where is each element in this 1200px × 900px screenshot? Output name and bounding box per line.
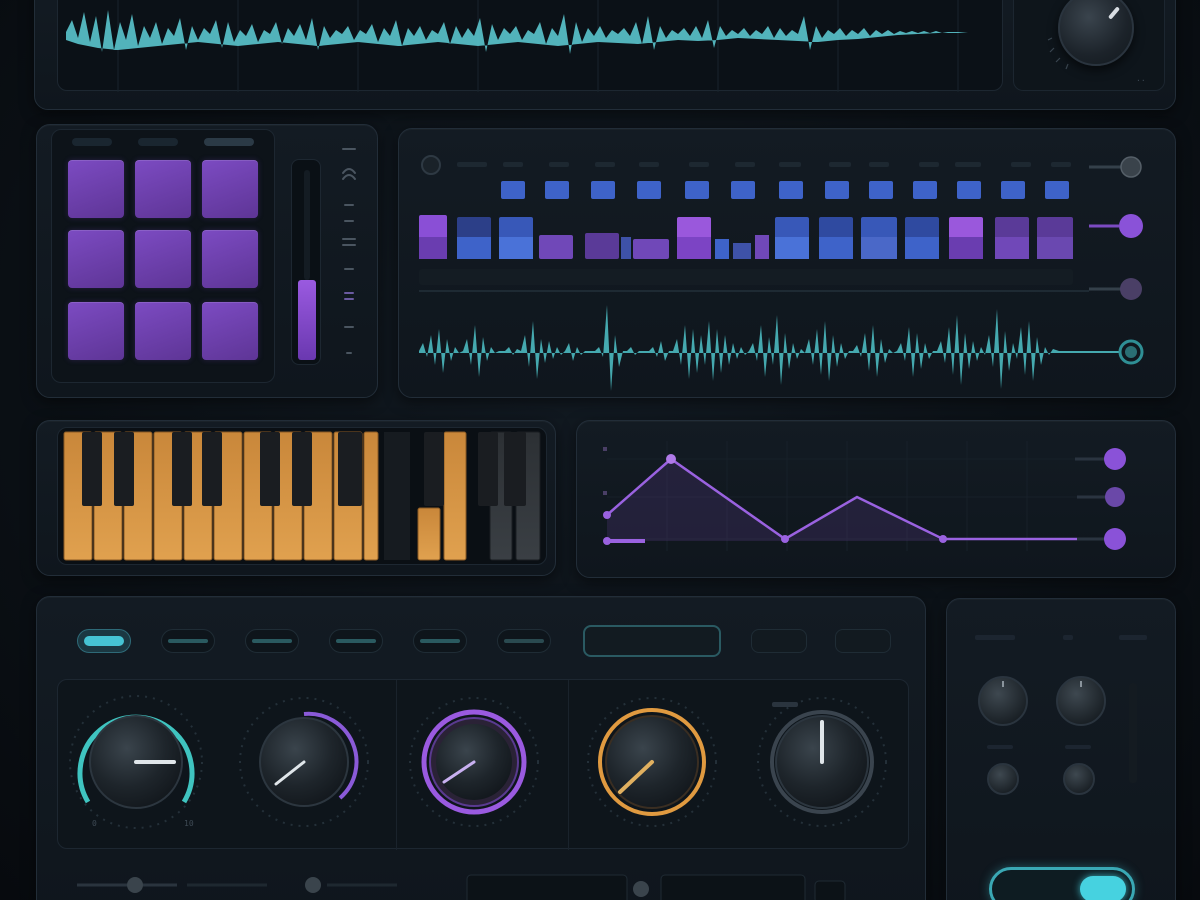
knob-4[interactable] [587,697,717,827]
tab-3[interactable] [245,629,299,653]
knob-5[interactable] [757,697,887,827]
knob-panel: 0 10 [36,596,926,900]
envelope-panel [576,420,1176,578]
waveform-main [66,0,968,92]
side-knob-4[interactable] [1063,763,1095,795]
side-knob-3[interactable] [987,763,1019,795]
bottom-controls [77,874,846,900]
drum-pad-7[interactable] [68,302,124,360]
tab-4[interactable] [329,629,383,653]
knob-strip: 0 10 [57,679,909,850]
tab-5[interactable] [413,629,467,653]
drum-pad-grid [51,129,275,383]
sequencer-canvas [419,155,1144,391]
knob-row: 0 10 [69,695,887,829]
drum-pad-9[interactable] [202,302,258,360]
svg-text:0: 0 [92,819,97,828]
svg-text:10: 10 [184,819,194,828]
knob-1[interactable]: 0 10 [69,695,203,829]
envelope-graph[interactable] [577,421,1177,579]
tab-1[interactable] [77,629,131,653]
drum-pad-1[interactable] [68,160,124,218]
drum-pad-3[interactable] [202,160,258,218]
drum-pad-8[interactable] [135,302,191,360]
waveform-panel: ·· [34,0,1176,110]
drum-fader-track[interactable] [291,159,321,365]
side-control-panel [946,598,1176,900]
drum-pad-4[interactable] [68,230,124,288]
knob-3[interactable] [409,697,539,827]
side-knob-1[interactable] [978,676,1028,726]
keyboard-panel [36,420,556,576]
drum-pad-panel [36,124,378,398]
waveform-side-box: ·· [1013,0,1165,91]
piano-keys[interactable] [58,428,548,566]
sequencer-top-steps [501,181,1069,199]
sequencer-panel [398,128,1176,398]
power-toggle-thumb [1080,876,1126,900]
waveform-display [57,0,1003,92]
tab-6[interactable] [497,629,551,653]
drum-fader-scale [337,139,367,379]
tab-wide[interactable] [583,625,721,657]
drum-pad-6[interactable] [202,230,258,288]
power-toggle[interactable] [989,867,1135,900]
side-knob-2[interactable] [1056,676,1106,726]
side-knobs [975,635,1147,795]
tab-8[interactable] [835,629,891,653]
sequencer-waveform [419,305,1121,391]
drum-fader-fill [298,280,316,360]
keyboard [57,427,547,565]
drum-pad-5[interactable] [135,230,191,288]
tab-2[interactable] [161,629,215,653]
knob-2[interactable] [239,697,369,827]
drum-pad-2[interactable] [135,160,191,218]
tab-7[interactable] [751,629,807,653]
